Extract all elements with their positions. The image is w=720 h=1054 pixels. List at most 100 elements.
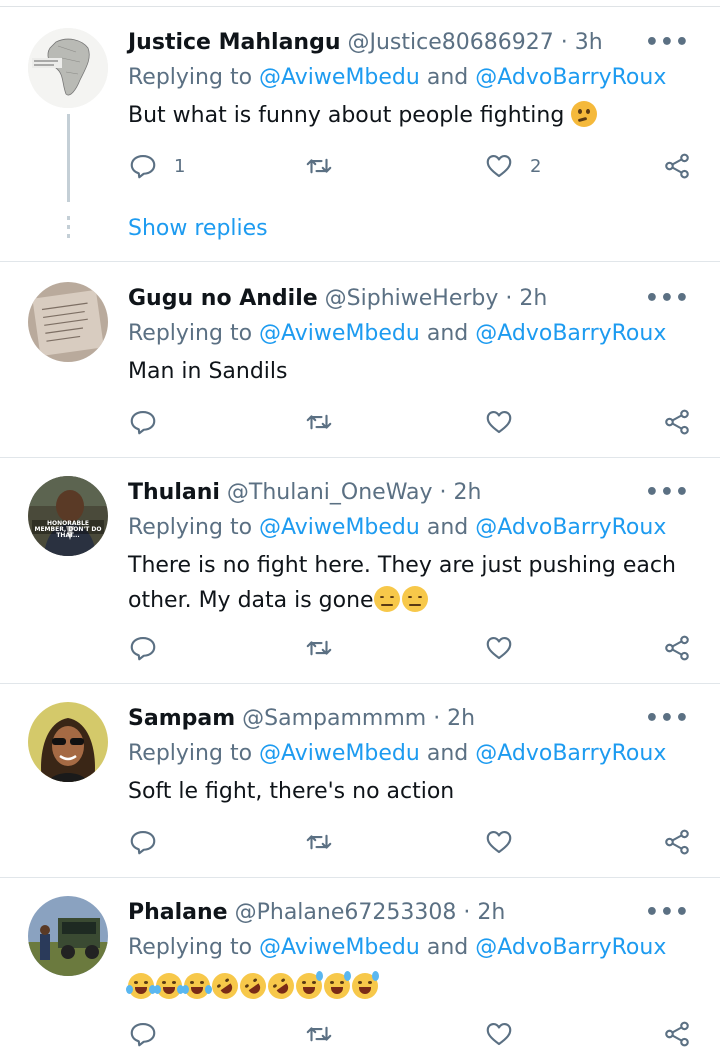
tweet-justice[interactable]: Justice Mahlangu @Justice80686927 · 3h •…: [0, 26, 720, 262]
like-count: 2: [530, 155, 542, 177]
grinning-face-with-sweat-icon: [324, 971, 351, 999]
retweet-icon: [306, 158, 332, 174]
disappointed-face-icon: [401, 586, 428, 612]
outdoor-avatar-image: [28, 896, 108, 976]
more-icon[interactable]: •••: [645, 898, 690, 928]
share-button[interactable]: [662, 822, 692, 862]
display-name[interactable]: Sampam: [128, 706, 235, 731]
share-button[interactable]: [662, 402, 692, 442]
meme-avatar-image: [28, 476, 108, 556]
tweet-header: Thulani @Thulani_OneWay · 2h: [128, 476, 481, 510]
share-icon: [665, 153, 689, 179]
share-icon: [665, 635, 689, 661]
mention-link[interactable]: @AdvoBarryRoux: [475, 65, 666, 90]
share-button[interactable]: [662, 628, 692, 668]
tweet-thulani[interactable]: HONORABLE MEMBER, DON'T DO THAT... Thula…: [0, 458, 720, 684]
reply-icon: [130, 636, 156, 661]
action-bar: [128, 1014, 693, 1054]
retweet-button[interactable]: [304, 1014, 334, 1054]
tweet-header: Sampam @Sampammmm · 2h: [128, 702, 475, 736]
more-icon[interactable]: •••: [645, 284, 690, 314]
face-with-tears-of-joy-icon: [182, 973, 212, 999]
face-with-tears-of-joy-icon: [154, 973, 184, 999]
reply-button[interactable]: [128, 402, 158, 442]
more-icon[interactable]: •••: [645, 704, 690, 734]
display-name[interactable]: Justice Mahlangu: [128, 30, 340, 55]
like-button[interactable]: [484, 1014, 514, 1054]
display-name[interactable]: Thulani: [128, 480, 220, 505]
mention-link[interactable]: @AdvoBarryRoux: [475, 321, 666, 346]
replying-to: Replying to @AviweMbedu and @AdvoBarryRo…: [128, 515, 667, 540]
retweet-button[interactable]: [304, 402, 334, 442]
more-icon[interactable]: •••: [645, 478, 690, 508]
replying-to: Replying to @AviweMbedu and @AdvoBarryRo…: [128, 65, 667, 90]
rolling-on-floor-laughing-icon: [262, 967, 300, 1005]
mention-link[interactable]: @AviweMbedu: [259, 65, 420, 90]
reply-icon: [130, 830, 156, 855]
avatar[interactable]: [28, 896, 108, 976]
thinking-face-icon: [571, 101, 598, 127]
mention-link[interactable]: @AviweMbedu: [259, 741, 420, 766]
grinning-face-with-sweat-icon: [296, 971, 323, 999]
tweet-text: [126, 967, 688, 1005]
timestamp[interactable]: · 3h: [561, 30, 603, 55]
tweet-sampam[interactable]: Sampam @Sampammmm · 2h ••• Replying to @…: [0, 684, 720, 878]
reply-button[interactable]: [128, 1014, 158, 1054]
timestamp[interactable]: · 2h: [505, 286, 547, 311]
like-button[interactable]: 2: [484, 146, 541, 186]
avatar-caption: HONORABLE MEMBER, DON'T DO THAT...: [34, 520, 102, 539]
show-replies-link[interactable]: Show replies: [128, 216, 268, 241]
handle[interactable]: @Justice80686927: [347, 30, 553, 55]
display-name[interactable]: Phalane: [128, 900, 228, 925]
tweet-text: Soft le fight, there's no action: [128, 779, 455, 804]
mention-link[interactable]: @AdvoBarryRoux: [475, 741, 666, 766]
handle[interactable]: @Phalane67253308: [235, 900, 457, 925]
share-icon: [665, 829, 689, 855]
avatar[interactable]: HONORABLE MEMBER, DON'T DO THAT...: [28, 476, 108, 556]
reply-button[interactable]: [128, 628, 158, 668]
avatar[interactable]: [28, 282, 108, 362]
mention-link[interactable]: @AviweMbedu: [259, 515, 420, 540]
share-button[interactable]: [662, 146, 692, 186]
handle[interactable]: @Thulani_OneWay: [227, 480, 433, 505]
action-bar: [128, 822, 693, 862]
reply-button[interactable]: 1: [128, 146, 185, 186]
mention-link[interactable]: @AviweMbedu: [259, 321, 420, 346]
tweet-gugu[interactable]: Gugu no Andile @SiphiweHerby · 2h ••• Re…: [0, 262, 720, 458]
disappointed-face-icon: [373, 586, 400, 612]
avatar[interactable]: [28, 28, 108, 108]
like-button[interactable]: [484, 822, 514, 862]
action-bar: [128, 402, 693, 442]
thread-connector: [67, 114, 70, 202]
tweet-text: Man in Sandils: [128, 359, 288, 384]
like-icon: [486, 154, 512, 178]
handle[interactable]: @SiphiweHerby: [325, 286, 499, 311]
display-name[interactable]: Gugu no Andile: [128, 286, 318, 311]
rolling-on-floor-laughing-icon: [206, 967, 244, 1005]
timestamp[interactable]: · 2h: [440, 480, 482, 505]
share-button[interactable]: [662, 1014, 692, 1054]
more-icon[interactable]: •••: [645, 28, 690, 58]
retweet-button[interactable]: [304, 628, 334, 668]
top-divider: [0, 0, 720, 7]
like-button[interactable]: [484, 402, 514, 442]
face-with-tears-of-joy-icon: [126, 973, 156, 999]
timestamp[interactable]: · 2h: [463, 900, 505, 925]
handle[interactable]: @Sampammmm: [242, 706, 426, 731]
like-button[interactable]: [484, 628, 514, 668]
retweet-button[interactable]: [304, 146, 334, 186]
reply-icon: [130, 154, 156, 179]
share-icon: [665, 409, 689, 435]
timestamp[interactable]: · 2h: [433, 706, 475, 731]
tweet-text: There is no fight here. They are just pu…: [128, 553, 676, 613]
like-icon: [486, 410, 512, 434]
action-bar: [128, 628, 693, 668]
tweet-phalane[interactable]: Phalane @Phalane67253308 · 2h ••• Replyi…: [0, 878, 720, 1049]
mention-link[interactable]: @AviweMbedu: [259, 935, 420, 960]
reply-button[interactable]: [128, 822, 158, 862]
avatar[interactable]: [28, 702, 108, 782]
mention-link[interactable]: @AdvoBarryRoux: [475, 935, 666, 960]
retweet-button[interactable]: [304, 822, 334, 862]
reply-icon: [130, 410, 156, 435]
mention-link[interactable]: @AdvoBarryRoux: [475, 515, 666, 540]
